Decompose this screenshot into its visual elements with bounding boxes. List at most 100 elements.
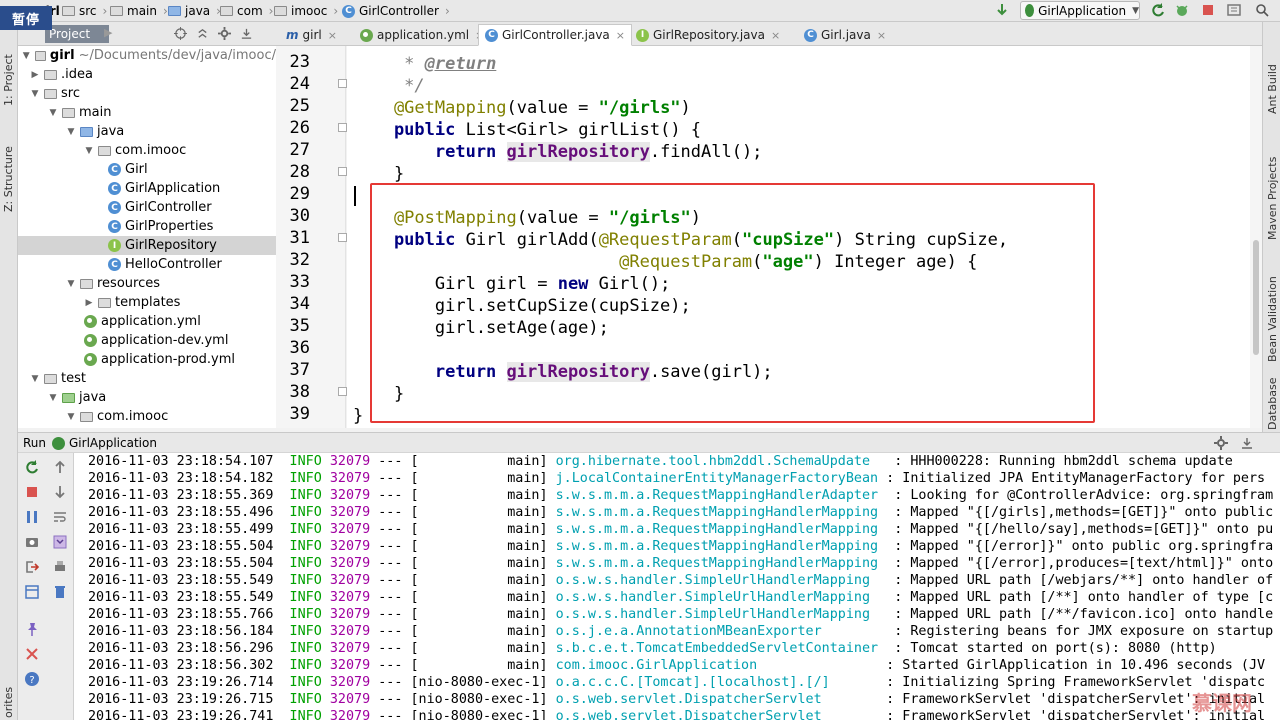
tree-item-label: resources bbox=[97, 276, 161, 291]
tree-item[interactable]: ▼ com.imooc bbox=[18, 141, 276, 160]
bean-validation-tool-button[interactable]: Bean Validation bbox=[1266, 276, 1279, 362]
project-structure-icon[interactable] bbox=[1226, 2, 1242, 18]
tree-item[interactable]: C GirlProperties bbox=[18, 217, 276, 236]
expanded-arrow-icon[interactable]: ▼ bbox=[66, 279, 76, 289]
breadcrumb-com[interactable]: com › bbox=[220, 2, 273, 20]
console-output[interactable]: 2016-11-03 23:18:54.107 INFO 32079 --- [… bbox=[74, 453, 1280, 720]
collapsed-arrow-icon[interactable]: ▶ bbox=[84, 298, 94, 308]
scroll-to-end-icon[interactable] bbox=[52, 534, 68, 550]
favorites-tool-button[interactable]: orites bbox=[2, 687, 15, 718]
svg-text:?: ? bbox=[29, 675, 34, 686]
fold-marker-icon[interactable] bbox=[338, 233, 347, 242]
breadcrumb-main[interactable]: main › bbox=[110, 2, 168, 20]
ant-build-tool-button[interactable]: Ant Build bbox=[1266, 64, 1279, 114]
rerun-icon[interactable] bbox=[1150, 2, 1166, 18]
soft-wrap-icon[interactable] bbox=[52, 509, 68, 525]
arrow-down-icon[interactable] bbox=[52, 484, 68, 500]
close-tab-icon[interactable]: × bbox=[328, 29, 337, 42]
tree-item[interactable]: application-dev.yml bbox=[18, 331, 276, 350]
tree-item[interactable]: ▼ main bbox=[18, 103, 276, 122]
chevron-right-icon: › bbox=[444, 4, 450, 18]
close-tab-icon[interactable]: × bbox=[771, 29, 780, 42]
tree-item[interactable]: ▼ girl ~/Documents/dev/java/imooc/ bbox=[18, 46, 276, 65]
debug-icon[interactable] bbox=[1174, 2, 1190, 18]
print-icon[interactable] bbox=[52, 559, 68, 575]
tree-item[interactable]: C Girl bbox=[18, 160, 276, 179]
arrow-down-icon[interactable] bbox=[994, 2, 1010, 18]
tree-item[interactable]: C GirlApplication bbox=[18, 179, 276, 198]
breadcrumb-girlcontroller[interactable]: C GirlController › bbox=[342, 2, 450, 20]
code-line: } bbox=[353, 406, 364, 426]
tree-item[interactable]: ▶ .idea bbox=[18, 65, 276, 84]
tree-item[interactable]: C HelloController bbox=[18, 255, 276, 274]
tree-item[interactable]: ▼ java bbox=[18, 122, 276, 141]
expanded-arrow-icon[interactable]: ▼ bbox=[84, 146, 94, 156]
tree-item[interactable]: ▼ test bbox=[18, 369, 276, 388]
fold-marker-icon[interactable] bbox=[338, 79, 347, 88]
expanded-arrow-icon[interactable]: ▼ bbox=[30, 89, 40, 99]
pause-icon[interactable] bbox=[24, 509, 40, 525]
search-icon[interactable] bbox=[1254, 2, 1270, 18]
editor-scrollbar-thumb[interactable] bbox=[1253, 240, 1259, 355]
fold-marker-icon[interactable] bbox=[338, 167, 347, 176]
tree-item[interactable]: ▼ src bbox=[18, 84, 276, 103]
editor-scrollbar[interactable] bbox=[1250, 46, 1262, 428]
editor-tab[interactable]: C GirlController.java × bbox=[478, 24, 633, 46]
tree-item[interactable]: ▼ java bbox=[18, 388, 276, 407]
editor-tab[interactable]: m girl × bbox=[280, 24, 343, 46]
settings-gear-icon[interactable] bbox=[218, 27, 231, 40]
close-tab-icon[interactable]: × bbox=[877, 29, 886, 42]
structure-tool-button[interactable]: Z: Structure bbox=[2, 146, 15, 212]
clear-all-icon[interactable] bbox=[52, 584, 68, 600]
project-tool-button[interactable]: 1: Project bbox=[2, 54, 15, 106]
collapse-all-icon[interactable] bbox=[196, 27, 209, 40]
line-number: 39 bbox=[289, 404, 310, 424]
collapsed-arrow-icon[interactable]: ▶ bbox=[30, 70, 40, 80]
locate-file-icon[interactable] bbox=[174, 27, 187, 40]
tree-item[interactable]: C GirlController bbox=[18, 198, 276, 217]
fold-marker-icon[interactable] bbox=[338, 387, 347, 396]
run-config-tab[interactable]: GirlApplication bbox=[52, 436, 157, 450]
editor-tab[interactable]: C Girl.java × bbox=[798, 24, 892, 46]
project-view-tab[interactable]: Project bbox=[45, 25, 109, 43]
hide-panel-icon[interactable] bbox=[240, 27, 253, 40]
breadcrumb-src[interactable]: src › bbox=[62, 2, 107, 20]
hide-panel-icon[interactable] bbox=[1240, 436, 1254, 450]
folder-icon bbox=[98, 145, 111, 156]
fold-marker-icon[interactable] bbox=[338, 123, 347, 132]
source-folder-icon bbox=[80, 126, 93, 137]
tree-item[interactable]: application-prod.yml bbox=[18, 350, 276, 369]
pin-icon[interactable] bbox=[24, 621, 40, 637]
tree-item[interactable]: ▼ com.imooc bbox=[18, 407, 276, 426]
breadcrumb-imooc[interactable]: imooc › bbox=[274, 2, 338, 20]
layout-icon[interactable] bbox=[24, 584, 40, 600]
expanded-arrow-icon[interactable]: ▼ bbox=[66, 412, 76, 422]
camera-icon[interactable] bbox=[24, 534, 40, 550]
database-tool-button[interactable]: Database bbox=[1266, 378, 1279, 431]
close-icon[interactable] bbox=[24, 646, 40, 662]
tree-item[interactable]: application.yml bbox=[18, 312, 276, 331]
arrow-up-icon[interactable] bbox=[52, 459, 68, 475]
expand-icon[interactable]: ▶ bbox=[104, 26, 112, 39]
line-number: 27 bbox=[289, 140, 310, 160]
editor-tab[interactable]: I GirlRepository.java × bbox=[630, 24, 786, 46]
exit-icon[interactable] bbox=[24, 559, 40, 575]
stop-icon[interactable] bbox=[1200, 2, 1216, 18]
expanded-arrow-icon[interactable]: ▼ bbox=[30, 374, 40, 384]
run-configuration-select[interactable]: GirlApplication ▼ bbox=[1020, 1, 1140, 20]
rerun-icon[interactable] bbox=[24, 459, 40, 475]
help-icon[interactable]: ? bbox=[24, 671, 40, 687]
expanded-arrow-icon[interactable]: ▼ bbox=[66, 127, 76, 137]
stop-icon[interactable] bbox=[24, 484, 40, 500]
maven-projects-tool-button[interactable]: Maven Projects bbox=[1266, 157, 1279, 240]
settings-gear-icon[interactable] bbox=[1214, 436, 1228, 450]
tree-item[interactable]: I GirlRepository bbox=[18, 236, 276, 255]
expanded-arrow-icon[interactable]: ▼ bbox=[22, 51, 31, 61]
expanded-arrow-icon[interactable]: ▼ bbox=[48, 393, 58, 403]
close-tab-icon[interactable]: × bbox=[616, 29, 625, 42]
expanded-arrow-icon[interactable]: ▼ bbox=[48, 108, 58, 118]
tree-item[interactable]: ▶ templates bbox=[18, 293, 276, 312]
editor-tab[interactable]: application.yml× bbox=[354, 24, 490, 46]
tree-item[interactable]: ▼ resources bbox=[18, 274, 276, 293]
breadcrumb-java[interactable]: java › bbox=[168, 2, 221, 20]
